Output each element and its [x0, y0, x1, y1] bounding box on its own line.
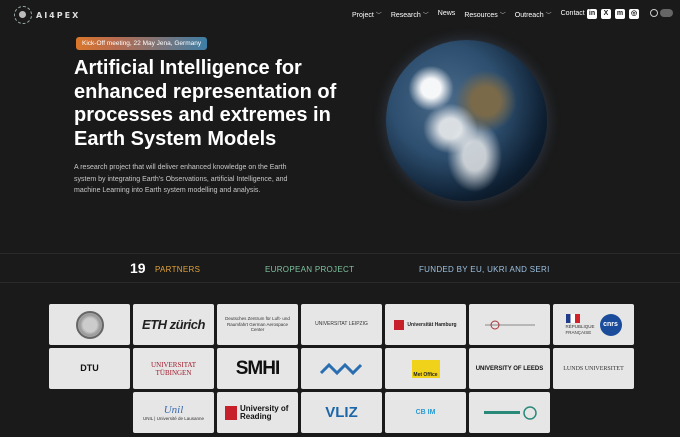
- leeds-logo: UNIVERSITY OF LEEDS: [475, 365, 544, 372]
- hero-title: Artificial Intelligence for enhanced rep…: [74, 57, 337, 150]
- earth-globe-image: [386, 40, 547, 201]
- rf-block: RÉPUBLIQUE FRANÇAISE: [565, 314, 595, 335]
- partner-logo-dlr[interactable]: Deutsches Zentrum für Luft- und Raumfahr…: [217, 304, 298, 345]
- partner-logo-tubingen[interactable]: UNIVERSITAT TÜBINGEN: [133, 348, 214, 389]
- menu-label: Research: [390, 12, 421, 19]
- unil-logo: Unil: [163, 403, 184, 416]
- partner-logo-institute[interactable]: [469, 304, 550, 345]
- news-badge[interactable]: Kick-Off meeting, 22 May Jena, Germany: [76, 37, 208, 50]
- toggle-switch: [660, 9, 673, 17]
- partner-logo-cb[interactable]: CB IM: [385, 392, 466, 433]
- partner-logo-leeds[interactable]: UNIVERSITY OF LEEDS: [469, 348, 550, 389]
- partner-logo-metoffice[interactable]: Met Office: [385, 348, 466, 389]
- partner-logo-leipzig[interactable]: UNIVERSITAT LEIPZIG: [301, 304, 382, 345]
- menu-item-project[interactable]: Project ﹀: [352, 10, 382, 19]
- hero-description: A research project that will deliver enh…: [74, 164, 288, 194]
- leipzig-logo: UNIVERSITAT LEIPZIG: [315, 320, 368, 327]
- partner-logo-wave[interactable]: [301, 348, 382, 389]
- logo-text: AI4PEX: [36, 10, 81, 20]
- top-navigation: AI4PEX Project ﹀ Research ﹀ News Resources…: [0, 0, 680, 30]
- mastodon-icon[interactable]: m: [615, 9, 625, 19]
- max-planck-logo-icon: [483, 405, 537, 420]
- partner-logo-eth[interactable]: ETH zürich: [133, 304, 214, 345]
- partner-logo-hamburg[interactable]: Universität Hamburg: [385, 304, 466, 345]
- linkedin-icon[interactable]: in: [587, 9, 597, 19]
- eth-zurich-logo: ETH zürich: [142, 317, 205, 332]
- rf-cnrs-group: RÉPUBLIQUE FRANÇAISE cnrs: [565, 313, 622, 336]
- partner-logo-reading[interactable]: University of Reading: [217, 392, 298, 433]
- menu-item-contact[interactable]: Contact: [561, 10, 585, 19]
- dlr-logo: Deutsches Zentrum für Luft- und Raumfahr…: [225, 316, 290, 333]
- university-seal-icon: [75, 310, 104, 339]
- hamburg-mark-icon: [394, 319, 405, 330]
- partner-logo-seal[interactable]: [49, 304, 130, 345]
- cb-logo: CB IM: [415, 409, 436, 416]
- menu-label: News: [437, 10, 456, 17]
- partner-logo-dtu[interactable]: DTU: [49, 348, 130, 389]
- chevron-down-icon: ﹀: [499, 13, 506, 19]
- partners-label: PARTNERS: [155, 265, 201, 274]
- partners-count: 19: [130, 260, 146, 276]
- reading-logo: University of Reading: [240, 403, 289, 421]
- logo-icon: [14, 6, 32, 24]
- partner-logo-cnrs[interactable]: RÉPUBLIQUE FRANÇAISE cnrs: [553, 304, 634, 345]
- partner-logo-vliz[interactable]: VLIZ: [301, 392, 382, 433]
- vliz-logo: VLIZ: [325, 404, 358, 421]
- lund-logo: LUNDS UNIVERSITET: [563, 365, 624, 372]
- unil-subtitle: UNIL | Université de Lausanne: [142, 415, 205, 421]
- menu-item-news[interactable]: News: [438, 10, 456, 19]
- x-icon[interactable]: X: [601, 9, 611, 19]
- menu-label: Outreach: [514, 12, 544, 19]
- partner-logo-unil[interactable]: Unil UNIL | Université de Lausanne: [133, 392, 214, 433]
- partner-logo-smhi[interactable]: SMHI: [217, 348, 298, 389]
- stats-bar: 19 PARTNERS EUROPEAN PROJECT FUNDED BY E…: [0, 253, 680, 283]
- cnrs-logo: cnrs: [599, 313, 622, 336]
- european-project-label: EUROPEAN PROJECT: [265, 265, 355, 274]
- chevron-down-icon: ﹀: [422, 13, 429, 19]
- hamburg-logo: Universität Hamburg: [407, 321, 457, 328]
- main-menu: Project ﹀ Research ﹀ News Resources ﹀ Outre…: [352, 10, 594, 19]
- wave-logo-icon: [319, 362, 362, 375]
- menu-item-outreach[interactable]: Outreach ﹀: [515, 10, 552, 19]
- dtu-logo: DTU: [80, 363, 99, 373]
- smhi-logo: SMHI: [235, 357, 280, 379]
- menu-label: Resources: [464, 12, 498, 19]
- theme-toggle[interactable]: [650, 9, 673, 17]
- menu-item-research[interactable]: Research ﹀: [391, 10, 429, 19]
- instagram-icon[interactable]: ◎: [629, 9, 639, 19]
- reading-crest-icon: [225, 405, 237, 420]
- sun-icon: [650, 9, 658, 17]
- tubingen-logo: UNIVERSITAT TÜBINGEN: [151, 360, 196, 377]
- site-logo[interactable]: AI4PEX: [14, 6, 80, 24]
- chevron-down-icon: ﹀: [375, 13, 382, 19]
- rf-label: RÉPUBLIQUE FRANÇAISE: [565, 324, 595, 335]
- funding-label: FUNDED BY EU, UKRI AND SERI: [419, 265, 550, 274]
- menu-label: Project: [352, 12, 374, 19]
- menu-label: Contact: [560, 10, 585, 17]
- partner-logo-lund[interactable]: LUNDS UNIVERSITET: [553, 348, 634, 389]
- institute-logo-icon: [484, 320, 535, 329]
- menu-item-resources[interactable]: Resources ﹀: [464, 10, 505, 19]
- social-links: in X m ◎: [587, 9, 639, 19]
- french-flag-icon: [565, 314, 580, 323]
- chevron-down-icon: ﹀: [545, 13, 552, 19]
- metoffice-logo: Met Office: [411, 359, 440, 378]
- partner-logo-maxplanck[interactable]: [469, 392, 550, 433]
